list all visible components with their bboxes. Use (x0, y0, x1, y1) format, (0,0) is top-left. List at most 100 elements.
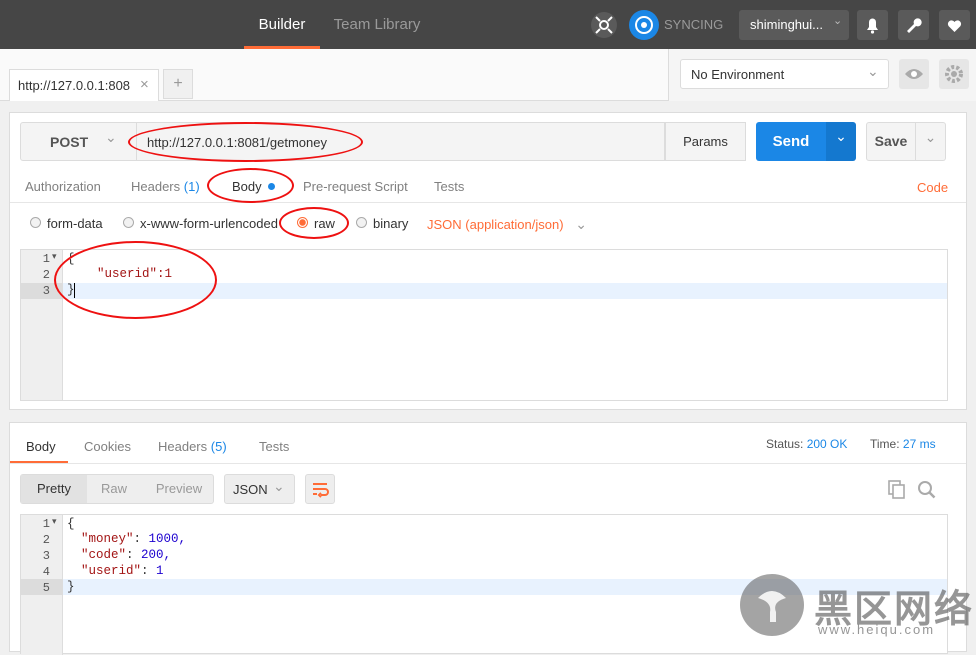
line-number: 3 (42, 549, 50, 563)
eye-icon (905, 69, 923, 79)
code-link[interactable]: Code (917, 180, 948, 195)
sync-status-label: SYNCING (664, 17, 724, 32)
fold-arrow-icon[interactable]: ▾ (52, 251, 57, 262)
response-time: Time: 27 ms (870, 437, 936, 451)
tab-headers[interactable]: Headers (1) (131, 179, 200, 194)
binary-label[interactable]: binary (373, 216, 408, 231)
tab-prerequest-script[interactable]: Pre-request Script (303, 179, 408, 194)
active-line-highlight (21, 579, 947, 595)
save-options-button[interactable]: ⌄ (916, 122, 946, 161)
send-options-button[interactable]: ⌄ (826, 122, 856, 161)
gear-icon (945, 65, 963, 83)
json-colon: : (141, 564, 157, 578)
tab-response-headers-label: Headers (158, 439, 208, 454)
environment-select-value: No Environment (691, 67, 785, 82)
line-number: 1 (42, 517, 50, 531)
tab-team-library[interactable]: Team Library (326, 0, 428, 49)
notifications-button[interactable] (857, 10, 888, 40)
copy-icon[interactable] (888, 480, 906, 503)
active-line-highlight (21, 283, 947, 299)
json-value: 1 (156, 564, 164, 578)
json-value: 1000, (148, 532, 187, 546)
format-select[interactable]: JSON ⌄ (224, 474, 295, 504)
method-select[interactable]: POST ⌄ (20, 122, 137, 161)
wrap-icon (313, 483, 329, 498)
tab-body-label: Body (232, 179, 262, 194)
wrap-lines-button[interactable] (305, 474, 335, 504)
pretty-button[interactable]: Pretty (21, 475, 87, 503)
content-type-select[interactable]: JSON (application/json) ⌄ (427, 216, 587, 233)
chevron-down-icon: ⌄ (924, 129, 937, 145)
interceptor-icon[interactable] (591, 12, 617, 38)
chevron-down-icon: ⌄ (575, 216, 587, 232)
time-label: Time: (870, 437, 900, 451)
chevron-down-icon: ⌄ (105, 129, 117, 145)
top-navbar: Builder Team Library SYNCING shiminghui.… (0, 0, 976, 49)
tab-authorization[interactable]: Authorization (25, 179, 101, 194)
code-line: "userid": 1 (81, 564, 164, 578)
time-value: 27 ms (902, 437, 936, 451)
text-cursor (74, 283, 75, 298)
tab-tests[interactable]: Tests (434, 179, 464, 194)
tab-response-headers-count: (5) (210, 439, 227, 454)
tab-cookies[interactable]: Cookies (84, 439, 131, 454)
form-data-label[interactable]: form-data (47, 216, 103, 231)
request-tab-label: http://127.0.0.1:808 (18, 78, 131, 93)
params-button[interactable]: Params (665, 122, 746, 161)
user-name: shiminghui... (750, 17, 823, 32)
json-key: "money" (81, 532, 134, 546)
heart-icon (947, 20, 962, 32)
code-line: { (67, 517, 75, 531)
watermark-logo (740, 574, 804, 636)
binary-radio[interactable] (356, 217, 367, 228)
environment-settings-button[interactable] (939, 59, 969, 89)
preview-button[interactable]: Preview (147, 475, 211, 503)
raw-button[interactable]: Raw (91, 475, 137, 503)
response-tab-divider (10, 463, 966, 464)
status-label: Status: (766, 437, 804, 451)
search-icon[interactable] (917, 480, 937, 503)
chevron-down-icon: ⌄ (835, 128, 847, 144)
form-data-radio[interactable] (30, 217, 41, 228)
fold-arrow-icon[interactable]: ▾ (52, 516, 57, 527)
close-icon[interactable]: × (140, 76, 149, 93)
request-panel: POST ⌄ http://127.0.0.1:8081/getmoney Pa… (9, 112, 967, 410)
code-line: { (67, 252, 75, 266)
tab-response-body[interactable]: Body (26, 439, 56, 454)
environment-area: No Environment ⌄ (668, 49, 976, 101)
subtab-divider (10, 202, 966, 203)
line-number: 1 (42, 252, 50, 266)
format-value: JSON (233, 482, 268, 497)
environment-quick-look-button[interactable] (899, 59, 929, 89)
request-tab[interactable]: http://127.0.0.1:808 × (9, 69, 159, 101)
sync-icon[interactable] (629, 10, 659, 40)
tab-response-tests[interactable]: Tests (259, 439, 289, 454)
method-value: POST (50, 134, 89, 150)
new-tab-button[interactable]: + (163, 69, 193, 99)
save-button[interactable]: Save (866, 122, 916, 161)
favorites-button[interactable] (939, 10, 970, 40)
raw-label[interactable]: raw (314, 216, 335, 231)
json-value: 200, (141, 548, 172, 562)
url-value: http://127.0.0.1:8081/getmoney (147, 135, 327, 150)
tab-response-headers[interactable]: Headers (5) (158, 439, 227, 454)
line-number: 2 (42, 268, 50, 282)
tab-builder[interactable]: Builder (244, 0, 320, 49)
content-type-value: JSON (application/json) (427, 217, 564, 232)
send-button[interactable]: Send (756, 122, 826, 161)
chevron-down-icon: ⌄ (833, 15, 843, 27)
body-active-dot (268, 183, 276, 190)
response-body-viewer[interactable]: 1 2 3 4 5 ▾ { "money": 1000, "code": 200… (20, 514, 948, 655)
json-key: "code" (81, 548, 127, 562)
environment-select[interactable]: No Environment ⌄ (680, 59, 889, 89)
code-line: "money": 1000, (81, 532, 186, 546)
tab-headers-count: (1) (183, 179, 200, 194)
urlencoded-radio[interactable] (123, 217, 134, 228)
url-input[interactable]: http://127.0.0.1:8081/getmoney (137, 122, 665, 161)
request-body-editor[interactable]: 1 2 3 ▾ { "userid":1 } (20, 249, 948, 401)
user-menu-button[interactable]: shiminghui... ⌄ (739, 10, 849, 40)
raw-radio[interactable] (297, 217, 308, 228)
urlencoded-label[interactable]: x-www-form-urlencoded (140, 216, 278, 231)
tab-body[interactable]: Body (232, 179, 276, 194)
settings-button[interactable] (898, 10, 929, 40)
